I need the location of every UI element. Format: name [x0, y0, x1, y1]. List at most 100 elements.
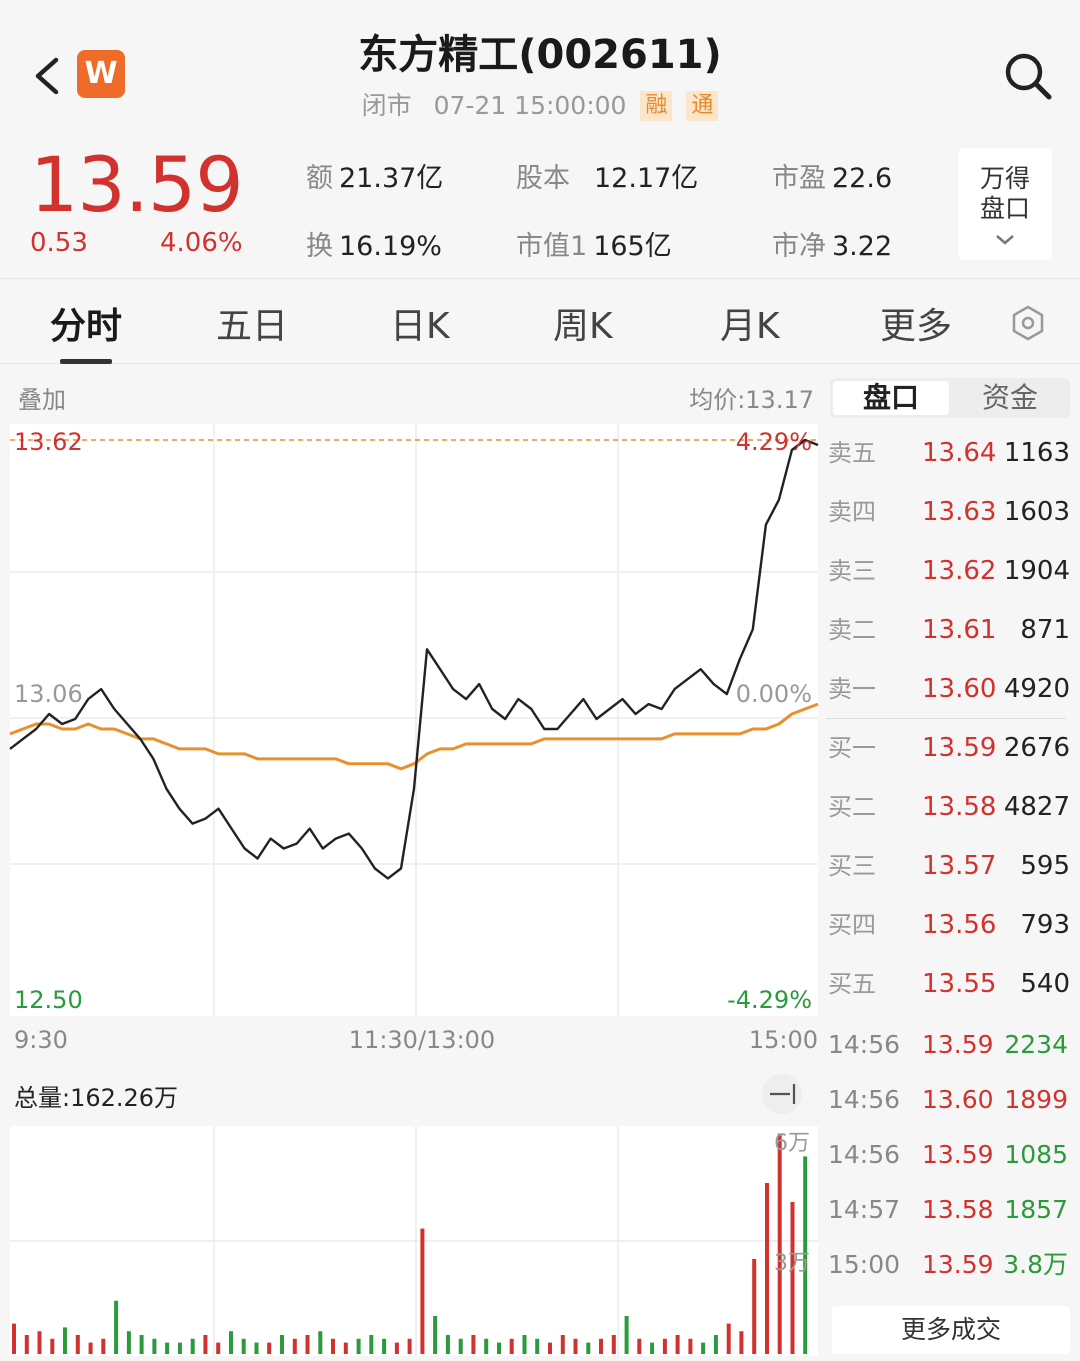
- volume-bar: [752, 1259, 757, 1354]
- ask-level-row[interactable]: 卖四 13.63 1603: [826, 487, 1076, 537]
- level-price: 13.63: [922, 497, 997, 527]
- level-price: 13.57: [922, 851, 997, 881]
- trade-volume: 1899: [1004, 1085, 1068, 1114]
- total-volume-label: 总量:162.26万: [14, 1084, 178, 1112]
- level-label: 卖四: [828, 498, 876, 526]
- trade-volume: 3.8万: [1003, 1250, 1068, 1279]
- volume-bar: [573, 1338, 578, 1354]
- jump-to-latest-icon[interactable]: [762, 1074, 802, 1114]
- tab-monthly-k[interactable]: 月K: [720, 297, 780, 349]
- trade-price: 13.58: [922, 1195, 994, 1224]
- volume-bar: [599, 1338, 603, 1354]
- tab-daily-k[interactable]: 日K: [390, 297, 450, 349]
- trade-volume: 2234: [1004, 1030, 1068, 1059]
- price-change-pct: 4.06%: [160, 228, 243, 258]
- stat-pb: 市净 3.22: [772, 231, 893, 262]
- market-datetime: 07-21 15:00:00: [433, 91, 627, 120]
- volume-bar: [522, 1335, 527, 1354]
- trade-time: 14:56: [828, 1085, 901, 1114]
- bid-level-row[interactable]: 买五 13.55 540: [826, 959, 1076, 1009]
- volume-bar: [701, 1342, 706, 1354]
- level-volume: 1603: [1003, 497, 1070, 527]
- tab-five-day[interactable]: 五日: [216, 297, 288, 349]
- ask-level-row[interactable]: 卖三 13.62 1904: [826, 546, 1076, 596]
- volume-bar: [165, 1342, 170, 1354]
- y-top-label: 13.62: [14, 428, 83, 456]
- level-volume: 595: [1020, 851, 1070, 881]
- level-volume: 540: [1020, 969, 1070, 999]
- volume-bar: [407, 1338, 412, 1354]
- trade-time: 14:56: [828, 1030, 901, 1059]
- volume-bar: [190, 1338, 195, 1354]
- volume-bar: [318, 1331, 323, 1354]
- level-volume: 2676: [1003, 733, 1070, 763]
- bid-level-row[interactable]: 买四 13.56 793: [826, 900, 1076, 950]
- level-volume: 1904: [1003, 556, 1070, 586]
- order-book-divider: [826, 718, 1066, 719]
- ask-level-row[interactable]: 卖二 13.61 871: [826, 605, 1076, 655]
- level-volume: 4920: [1003, 674, 1070, 704]
- volume-bar: [790, 1202, 795, 1354]
- volume-bar: [713, 1335, 718, 1354]
- wind-panel-label-1: 万得: [979, 164, 1030, 193]
- bid-level-row[interactable]: 买二 13.58 4827: [826, 782, 1076, 832]
- level-price: 13.60: [922, 674, 997, 704]
- volume-bar: [509, 1338, 514, 1354]
- search-icon[interactable]: [1002, 50, 1054, 102]
- volume-bar: [548, 1342, 552, 1354]
- volume-bar: [24, 1335, 29, 1354]
- bid-level-row[interactable]: 买三 13.57 595: [826, 841, 1076, 891]
- volume-bar: [356, 1338, 361, 1354]
- level-label: 卖二: [828, 616, 876, 644]
- volume-bar: [216, 1342, 221, 1354]
- tab-order-book[interactable]: 盘口: [833, 381, 949, 415]
- volume-bar: [267, 1342, 272, 1354]
- trade-volume: 1085: [1004, 1140, 1068, 1169]
- volume-bar: [484, 1338, 489, 1354]
- volume-bar: [611, 1335, 616, 1354]
- level-volume: 871: [1020, 615, 1070, 645]
- volume-bar: [292, 1338, 297, 1354]
- ask-level-row[interactable]: 卖五 13.64 1163: [826, 428, 1076, 478]
- connect-tag: 通: [686, 91, 719, 121]
- stat-turnover-amount: 额 21.37亿: [306, 163, 444, 194]
- volume-bar: [12, 1323, 16, 1354]
- volume-bar: [726, 1323, 731, 1354]
- level-price: 13.58: [922, 792, 997, 822]
- level-volume: 793: [1020, 910, 1070, 940]
- trade-row: 14:56 13.60 1899: [826, 1075, 1076, 1125]
- bid-level-row[interactable]: 买一 13.59 2676: [826, 723, 1076, 773]
- volume-bar: [777, 1133, 782, 1354]
- tab-capital-flow[interactable]: 资金: [952, 381, 1068, 415]
- settings-hexagon-icon[interactable]: [1008, 303, 1048, 343]
- y-bottom-label: 12.50: [14, 986, 83, 1014]
- volume-bar: [177, 1342, 182, 1354]
- volume-bar: [343, 1342, 348, 1354]
- level-label: 卖一: [828, 675, 876, 703]
- tab-more[interactable]: 更多: [880, 297, 952, 349]
- volume-bar: [382, 1338, 387, 1354]
- trade-time: 14:56: [828, 1140, 901, 1169]
- tab-intraday[interactable]: 分时: [50, 297, 122, 349]
- trade-time: 15:00: [828, 1250, 901, 1279]
- wind-panel-button[interactable]: 万得 盘口: [958, 148, 1052, 260]
- tab-weekly-k[interactable]: 周K: [553, 297, 613, 349]
- level-price: 13.59: [922, 733, 997, 763]
- level-label: 买三: [828, 852, 876, 880]
- volume-bar: [139, 1335, 144, 1354]
- x-end-label: 15:00: [749, 1026, 818, 1054]
- ask-level-row[interactable]: 卖一 13.60 4920: [826, 664, 1076, 714]
- overlay-label[interactable]: 叠加: [18, 386, 66, 414]
- volume-bar: [369, 1335, 374, 1354]
- volume-bar: [445, 1335, 450, 1354]
- trade-row: 14:56 13.59 1085: [826, 1130, 1076, 1180]
- more-trades-button[interactable]: 更多成交: [832, 1306, 1070, 1354]
- volume-bar: [688, 1338, 693, 1354]
- volume-bar: [88, 1342, 93, 1354]
- volume-bar: [114, 1300, 119, 1354]
- intraday-chart[interactable]: 叠加 均价:13.17 13.62 13.06 12.50 4.29% 0.00…: [0, 366, 826, 1361]
- level-price: 13.56: [922, 910, 997, 940]
- volume-bar: [739, 1331, 744, 1354]
- trade-row: 14:56 13.59 2234: [826, 1020, 1076, 1070]
- trade-row: 15:00 13.59 3.8万: [826, 1240, 1076, 1290]
